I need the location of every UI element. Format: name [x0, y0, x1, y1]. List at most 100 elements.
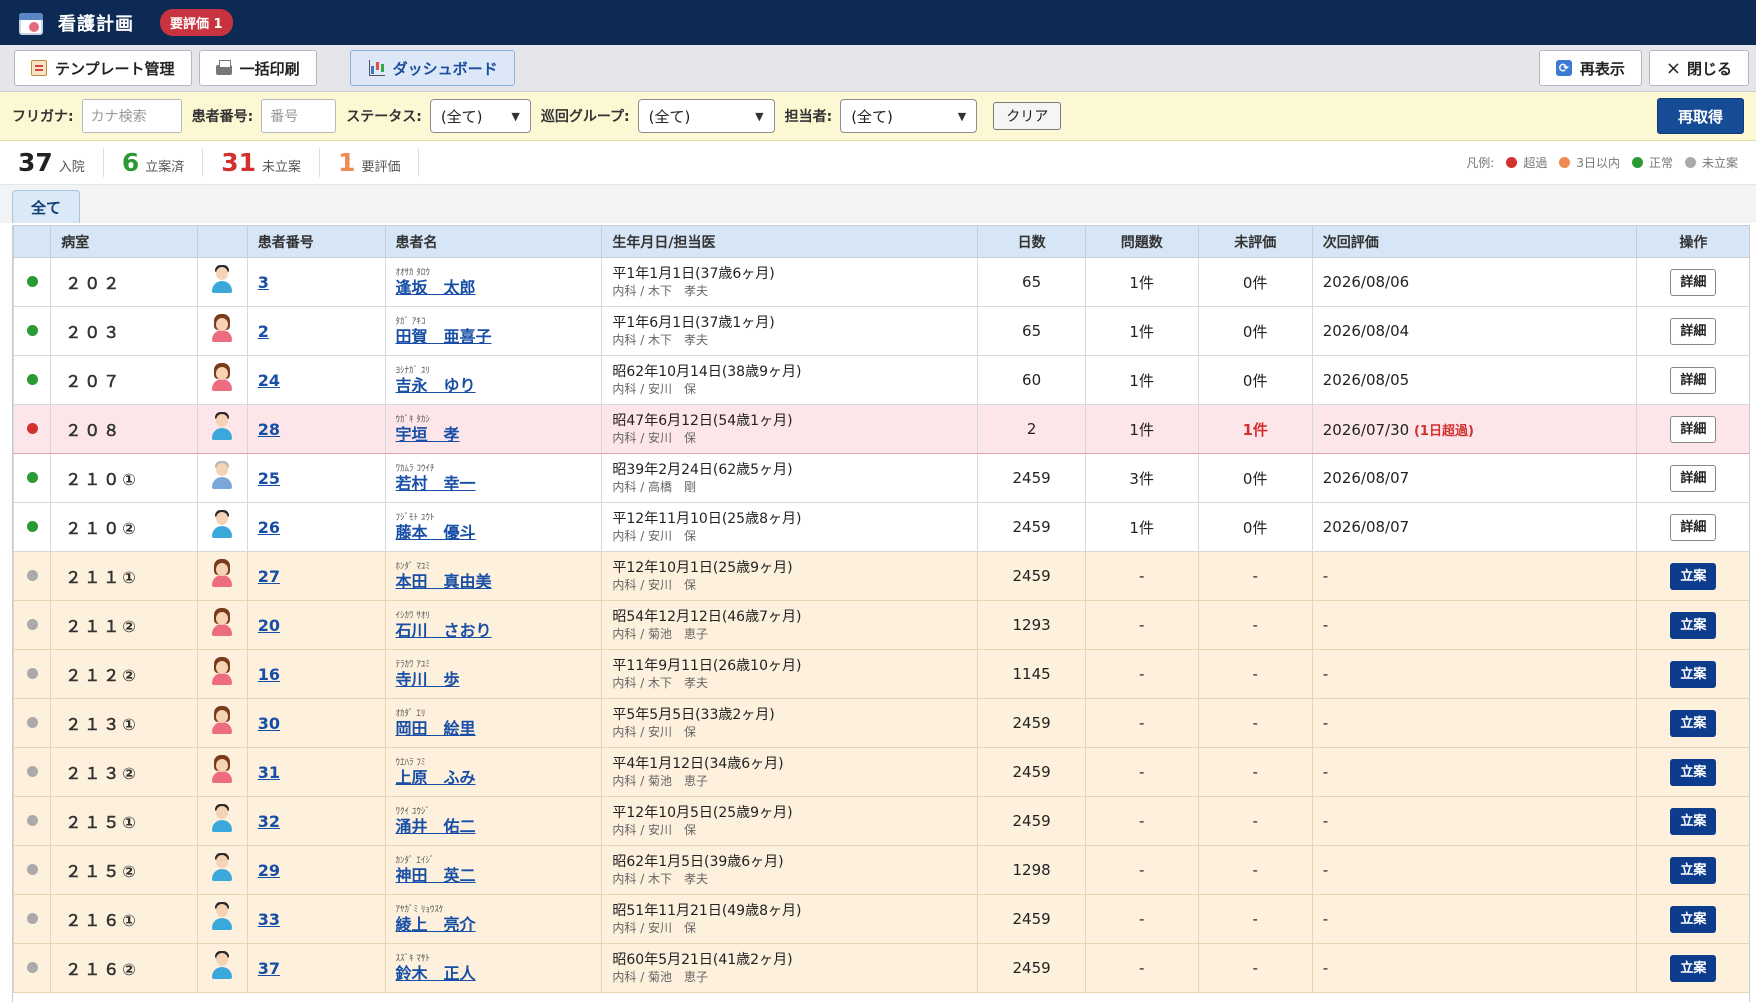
table-row[interactable]: ２１０② 26 ﾌｼﾞﾓﾄ ﾕｳﾄ 藤本 優斗 平12年11月10日(25歳8ヶ月) 内科…	[13, 502, 1749, 552]
patient-name-link[interactable]: 寺川 歩	[396, 670, 592, 690]
create-plan-button[interactable]: 立案	[1670, 954, 1717, 982]
days-cell: 2	[977, 404, 1086, 454]
problems-cell: -	[1084, 894, 1199, 944]
patient-no-link[interactable]: 26	[258, 518, 280, 537]
patient-table-container[interactable]: 病室 患者番号 患者名 生年月日/担当医 日数 問題数 未評価 次回評価 操作 …	[12, 225, 1750, 1002]
patient-no-link[interactable]: 30	[258, 714, 280, 733]
col-header-patient-name: 患者名	[384, 225, 603, 258]
create-plan-button[interactable]: 立案	[1670, 905, 1717, 933]
attending-doctor: 内科 / 安川 保	[612, 381, 697, 396]
problems-cell: -	[1084, 551, 1199, 601]
table-row[interactable]: ２１５② 29 ｶﾝﾀﾞ ｴｲｼﾞ 神田 英二 昭62年1月5日(39歳6ヶ月) 内科 /…	[13, 845, 1749, 895]
round-group-select[interactable]: (全て) ▼	[637, 99, 775, 133]
patient-name-link[interactable]: 石川 さおり	[396, 621, 592, 641]
table-row[interactable]: ２１１② 20 ｲｼｶﾜ ｻｵﾘ 石川 さおり 昭54年12月12日(46歳7ヶ月) 内科…	[13, 600, 1749, 650]
template-manage-button[interactable]: テンプレート管理	[14, 50, 192, 86]
table-row[interactable]: ２１３① 30 ｵｶﾀﾞ ｴﾘ 岡田 絵里 平5年5月5日(33歳2ヶ月) 内科 / 安川…	[13, 698, 1749, 748]
table-row[interactable]: ２１２② 16 ﾃﾗｶﾜ ｱﾕﾐ 寺川 歩平11年9月11日(26歳10ヶ月) 内科 /…	[13, 649, 1749, 699]
detail-button[interactable]: 詳細	[1670, 366, 1717, 394]
patient-name-link[interactable]: 逢坂 太郎	[396, 278, 592, 298]
patient-kana: ｳｴﾊﾗ ﾌﾐ	[395, 758, 426, 768]
patient-name-link[interactable]: 岡田 絵里	[396, 719, 592, 739]
patient-no-link[interactable]: 25	[258, 469, 280, 488]
patient-name-link[interactable]: 鈴木 正人	[396, 964, 592, 984]
col-header-dob-doctor: 生年月日/担当医	[601, 225, 979, 258]
create-plan-button[interactable]: 立案	[1670, 856, 1717, 884]
table-row[interactable]: ２０２ 3 ｵｵｻｶ ﾀﾛｳ 逢坂 太郎 平1年1月1日(37歳6ヶ月) 内科 / 木下 …	[13, 257, 1749, 307]
patient-name-link[interactable]: 綾上 亮介	[396, 915, 592, 935]
status-cell	[13, 306, 52, 356]
dashboard-button[interactable]: ダッシュボード	[349, 50, 515, 86]
action-cell: 立案	[1635, 649, 1749, 699]
patient-name-link[interactable]: 神田 英二	[396, 866, 592, 886]
unevaluated-cell: 0件	[1197, 257, 1313, 307]
patient-no-link[interactable]: 33	[258, 910, 280, 929]
dob-doctor-cell: 平12年11月10日(25歳8ヶ月) 内科 / 安川 保	[601, 502, 979, 552]
refresh-icon: ⟳	[1555, 60, 1572, 76]
detail-button[interactable]: 詳細	[1670, 317, 1717, 345]
days-cell: 2459	[977, 502, 1086, 552]
create-plan-button[interactable]: 立案	[1670, 611, 1717, 639]
patient-name-link[interactable]: 吉永 ゆり	[396, 376, 592, 396]
patient-name-link[interactable]: 藤本 優斗	[396, 523, 592, 543]
refresh-button[interactable]: ⟳ 再表示	[1538, 50, 1642, 86]
clear-button[interactable]: クリア	[993, 102, 1062, 130]
room-cell: ２１０②	[50, 502, 199, 552]
staff-select[interactable]: (全て) ▼	[840, 99, 978, 133]
create-plan-button[interactable]: 立案	[1670, 758, 1717, 786]
patient-name-link[interactable]: 宇垣 孝	[396, 425, 592, 445]
patient-avatar-icon	[211, 363, 233, 393]
patient-name-link[interactable]: 涌井 佑二	[396, 817, 592, 837]
detail-button[interactable]: 詳細	[1670, 415, 1717, 443]
problems-cell: 1件	[1084, 502, 1199, 552]
patient-no-link[interactable]: 3	[258, 273, 269, 292]
table-row[interactable]: ２１０① 25 ﾜｶﾑﾗ ｺｳｲﾁ 若村 幸一 昭39年2月24日(62歳5ヶ月) 内科 …	[13, 453, 1749, 503]
patient-no-link[interactable]: 24	[258, 371, 280, 390]
reload-button[interactable]: 再取得	[1656, 98, 1744, 134]
patient-no-link[interactable]: 31	[258, 763, 280, 782]
detail-button[interactable]: 詳細	[1670, 513, 1717, 541]
tab-bar: 全て	[0, 185, 1756, 223]
patient-no-link[interactable]: 29	[258, 861, 280, 880]
patient-no-input[interactable]: 番号	[261, 99, 337, 133]
bulk-print-button[interactable]: 一括印刷	[198, 50, 317, 86]
patient-no-link[interactable]: 2	[258, 322, 269, 341]
detail-button[interactable]: 詳細	[1670, 268, 1717, 296]
patient-name-link[interactable]: 田賀 亜喜子	[396, 327, 592, 347]
patient-name-link[interactable]: 若村 幸一	[396, 474, 592, 494]
table-row[interactable]: ２１３② 31 ｳｴﾊﾗ ﾌﾐ 上原 ふみ 平4年1月12日(34歳6ヶ月) 内科 / 菊…	[13, 747, 1749, 797]
create-plan-button[interactable]: 立案	[1670, 660, 1717, 688]
patient-no-link[interactable]: 32	[258, 812, 280, 831]
status-select[interactable]: (全て) ▼	[429, 99, 531, 133]
patient-no-link[interactable]: 37	[258, 959, 280, 978]
patient-no-cell: 25	[246, 453, 386, 503]
table-row[interactable]: ２０７ 24 ﾖｼﾅｶﾞ ﾕﾘ 吉永 ゆり 昭62年10月14日(38歳9ヶ月) 内科 /…	[13, 355, 1749, 405]
patient-no-link[interactable]: 20	[258, 616, 280, 635]
detail-button[interactable]: 詳細	[1670, 464, 1717, 492]
room-cell: ２１６①	[50, 894, 199, 944]
action-cell: 立案	[1635, 600, 1749, 650]
create-plan-button[interactable]: 立案	[1670, 709, 1717, 737]
patient-no-cell: 3	[246, 257, 386, 307]
patient-no-link[interactable]: 28	[258, 420, 280, 439]
table-row[interactable]: ２１１① 27 ﾎﾝﾀﾞ ﾏﾕﾐ 本田 真由美 平12年10月1日(25歳9ヶ月) 内科 …	[13, 551, 1749, 601]
patient-name-link[interactable]: 本田 真由美	[396, 572, 592, 592]
tab-all[interactable]: 全て	[12, 190, 81, 223]
create-plan-button[interactable]: 立案	[1670, 562, 1717, 590]
table-row[interactable]: ２０３ 2 ﾀｶﾞ ｱｷｺ 田賀 亜喜子 平1年6月1日(37歳1ヶ月) 内科 / 木下 …	[13, 306, 1749, 356]
nursing-plan-icon	[16, 9, 46, 37]
table-row[interactable]: ２０８ 28 ｳｶﾞｷ ﾀｶｼ 宇垣 孝昭47年6月12日(54歳1ヶ月) 内科 / 安…	[13, 404, 1749, 454]
dob-doctor-cell: 昭47年6月12日(54歳1ヶ月) 内科 / 安川 保	[601, 404, 979, 454]
table-row[interactable]: ２１５① 32 ﾜｸｲ ﾕｳｼﾞ 涌井 佑二 平12年10月5日(25歳9ヶ月) 内科 /…	[13, 796, 1749, 846]
patient-name-link[interactable]: 上原 ふみ	[396, 768, 592, 788]
table-row[interactable]: ２１６② 37 ｽｽﾞｷ ﾏｻﾄ 鈴木 正人 昭60年5月21日(41歳2ヶ月) 内科 /…	[13, 943, 1749, 993]
patient-kana: ｳｶﾞｷ ﾀｶｼ	[395, 415, 430, 425]
next-eval-cell: 2026/08/05	[1311, 355, 1637, 405]
table-row[interactable]: ２１６① 33 ｱﾔｶﾞﾐ ﾘｮｳｽｹ 綾上 亮介 昭51年11月21日(49歳8ヶ月)…	[13, 894, 1749, 944]
create-plan-button[interactable]: 立案	[1670, 807, 1717, 835]
attending-doctor: 内科 / 木下 孝夫	[612, 871, 709, 886]
close-button[interactable]: × 閉じる	[1648, 50, 1749, 86]
patient-no-link[interactable]: 16	[258, 665, 280, 684]
furigana-search-input[interactable]: カナ検索	[81, 99, 182, 133]
patient-no-link[interactable]: 27	[258, 567, 280, 586]
